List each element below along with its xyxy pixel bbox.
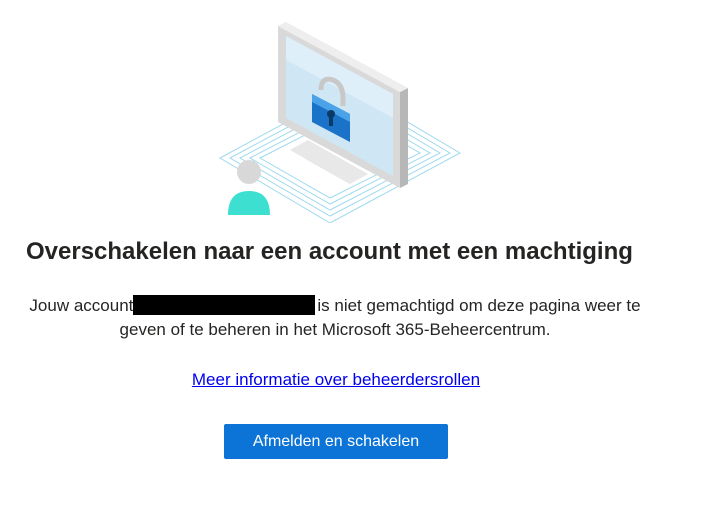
message-prefix: Jouw account bbox=[29, 296, 134, 315]
account-lock-illustration-icon bbox=[218, 22, 462, 223]
access-denied-page: Overschakelen naar een account met een m… bbox=[0, 0, 705, 525]
admin-roles-info-link[interactable]: Meer informatie over beheerdersrollen bbox=[192, 370, 480, 389]
redacted-account-name bbox=[133, 295, 316, 315]
sign-out-and-switch-button[interactable]: Afmelden en schakelen bbox=[224, 424, 448, 459]
info-link-container: Meer informatie over beheerdersrollen bbox=[0, 370, 672, 390]
permission-message: Jouw account is niet gemachtigd om deze p… bbox=[10, 294, 660, 342]
page-title: Overschakelen naar een account met een m… bbox=[26, 238, 633, 265]
